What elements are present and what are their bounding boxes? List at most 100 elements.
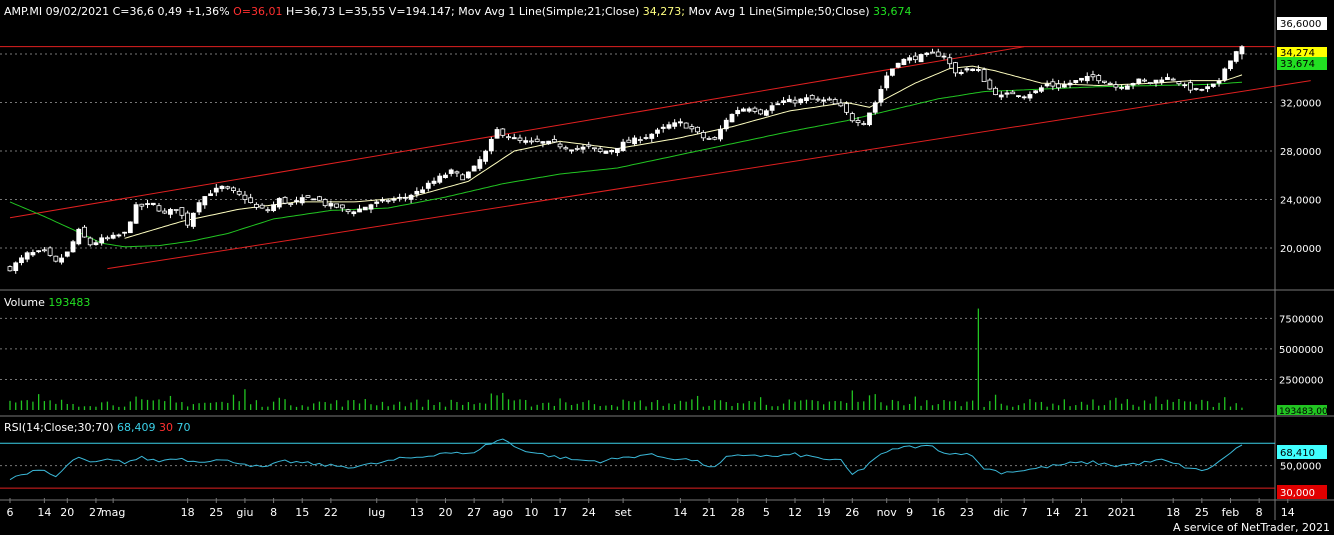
x-axis-label: 21: [1075, 506, 1089, 519]
candle-body: [259, 204, 265, 209]
candle-body: [1182, 84, 1188, 87]
rsi-value-badge-text: 68,410: [1280, 448, 1315, 459]
candle-body: [357, 208, 362, 213]
candle-body: [907, 57, 913, 61]
x-axis-label: 13: [410, 506, 424, 519]
candle-body: [1079, 77, 1084, 81]
channel-upper-line: [9, 46, 1025, 219]
header-hlv: H=36,73 L=35,55 V=194.147;: [286, 5, 455, 18]
candle-body: [1113, 84, 1119, 88]
candle-body: [511, 137, 517, 140]
volume-bars-layer: [9, 308, 1243, 410]
candle-body: [477, 159, 483, 169]
candle-body: [110, 234, 116, 239]
candle-body: [317, 196, 322, 201]
candle-body: [299, 197, 305, 204]
candle-body: [1039, 87, 1044, 92]
candle-body: [649, 133, 655, 139]
header-date: 09/02/2021: [46, 5, 109, 18]
candle-body: [718, 128, 723, 140]
candle-body: [838, 102, 844, 107]
chart-window: 20,000024,000028,000032,000036,000025000…: [0, 0, 1334, 535]
candle-body: [345, 209, 351, 213]
candle-body: [540, 141, 546, 144]
candle-body: [231, 187, 236, 191]
candle-body: [471, 165, 477, 172]
grid-layer: [0, 46, 1289, 503]
volume-badge-text: 193483,00: [1279, 407, 1328, 417]
x-axis-label: 12: [788, 506, 802, 519]
candle-body: [59, 257, 64, 263]
candle-body: [162, 210, 168, 214]
x-axis-label: 7: [1021, 506, 1028, 519]
candle-body: [351, 211, 357, 215]
candle-body: [276, 198, 282, 208]
candle-body: [391, 198, 397, 201]
x-axis-label: 21: [702, 506, 716, 519]
candle-body: [689, 126, 695, 130]
candle-body: [655, 129, 660, 134]
candle-body: [970, 68, 976, 72]
candle-body: [454, 171, 460, 174]
candle-body: [964, 68, 970, 71]
candle-body: [569, 149, 574, 152]
candle-body: [775, 103, 781, 106]
candle-body: [529, 140, 534, 143]
candle-body: [1165, 77, 1170, 80]
candle-body: [1239, 46, 1245, 55]
candle-body: [637, 139, 643, 141]
candle-body: [368, 204, 374, 210]
candle-body: [826, 98, 832, 101]
last-price-badge-text: 36,6000: [1280, 19, 1321, 30]
candle-body: [895, 62, 901, 68]
candle-body: [660, 126, 666, 129]
candle-body: [271, 204, 276, 212]
x-axis-label: 10: [524, 506, 538, 519]
candle-body: [122, 231, 127, 234]
candle-body: [36, 250, 42, 253]
candle-body: [592, 147, 597, 150]
trend-channel-layer: [9, 46, 1311, 270]
candle-body: [322, 199, 328, 207]
candle-body: [523, 140, 529, 143]
candle-body: [666, 124, 672, 129]
candle-body: [981, 69, 987, 83]
candle-body: [179, 207, 185, 216]
candle-body: [1016, 95, 1021, 97]
candle-body: [1153, 79, 1159, 84]
rsi-tick-label: 50,0000: [1280, 462, 1321, 473]
candle-body: [695, 126, 700, 133]
candle-body: [305, 195, 311, 198]
candle-body: [1222, 68, 1228, 81]
x-axis-label: 18: [1166, 506, 1180, 519]
candle-body: [918, 54, 924, 63]
candle-body: [1142, 79, 1147, 82]
candle-body: [288, 203, 294, 205]
candle-body: [1027, 94, 1033, 99]
candle-body: [1061, 84, 1067, 88]
candle-body: [1056, 83, 1061, 89]
candle-body: [133, 204, 139, 224]
candle-body: [930, 51, 935, 54]
price-tick-label: 32,0000: [1280, 98, 1321, 109]
candle-body: [362, 206, 368, 211]
candle-body: [24, 252, 30, 260]
x-axis-label: 5: [763, 506, 770, 519]
candle-body: [580, 146, 586, 150]
volume-label: Volume 193483: [4, 296, 90, 309]
candle-body: [987, 79, 993, 90]
rsi-layer: [9, 438, 1243, 481]
candles-layer: [7, 45, 1245, 274]
candle-body: [678, 121, 683, 124]
candle-body: [1119, 87, 1125, 89]
candle-body: [425, 182, 431, 189]
candle-body: [253, 203, 259, 208]
candle-body: [632, 137, 637, 145]
x-axis-label: 8: [270, 506, 277, 519]
x-axis-label: 25: [209, 506, 223, 519]
candle-body: [53, 255, 59, 262]
candle-body: [99, 237, 105, 244]
candle-body: [408, 194, 414, 200]
chart-canvas[interactable]: 20,000024,000028,000032,000036,000025000…: [0, 0, 1334, 535]
price-tick-label: 20,0000: [1280, 244, 1321, 255]
